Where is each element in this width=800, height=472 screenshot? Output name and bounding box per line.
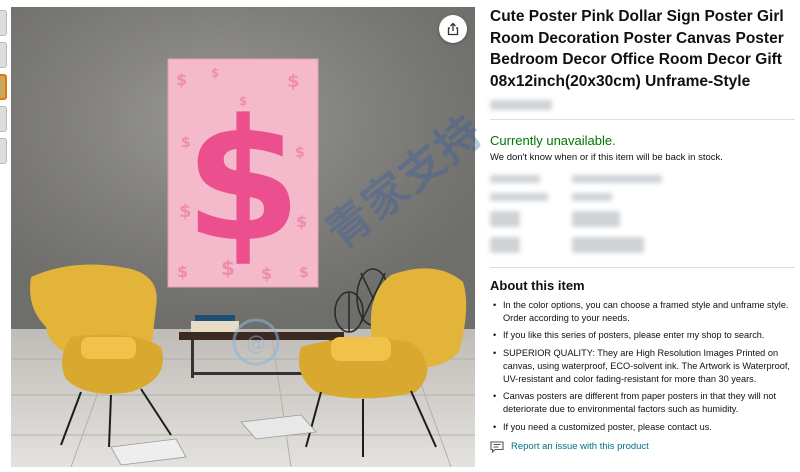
redacted-rating xyxy=(490,100,552,110)
thumbnail-strip xyxy=(0,0,8,472)
dollar-poster: $ $ $ $ $ $ $ $ $ $ $ $ $ xyxy=(167,58,319,288)
thumbnail-1[interactable] xyxy=(0,10,7,36)
about-bullet: If you like this series of posters, plea… xyxy=(490,329,795,342)
about-bullets: In the color options, you can choose a f… xyxy=(490,299,795,434)
share-button[interactable] xyxy=(439,15,467,43)
about-bullet: In the color options, you can choose a f… xyxy=(490,299,795,325)
divider xyxy=(490,267,795,268)
product-title: Cute Poster Pink Dollar Sign Poster Girl… xyxy=(490,8,784,90)
thumbnail-2[interactable] xyxy=(0,42,7,68)
svg-text:$: $ xyxy=(211,66,219,80)
thumbnail-3[interactable] xyxy=(0,74,7,100)
share-icon xyxy=(447,22,459,36)
product-details-panel: Cute Poster Pink Dollar Sign Poster Girl… xyxy=(490,6,795,453)
about-heading: About this item xyxy=(490,278,585,293)
report-issue-link[interactable]: Report an issue with this product xyxy=(490,441,795,453)
thumbnail-4[interactable] xyxy=(0,106,7,132)
about-bullet: Canvas posters are different from paper … xyxy=(490,390,795,416)
main-product-image[interactable]: $ $ $ $ $ $ $ $ $ $ $ $ $ @ xyxy=(11,7,475,467)
report-issue-label[interactable]: Report an issue with this product xyxy=(511,441,649,452)
dollar-sign: $ xyxy=(185,83,302,279)
divider xyxy=(490,119,795,120)
thumbnail-5[interactable] xyxy=(0,138,7,164)
room-scene-illustration: $ $ $ $ $ $ $ $ $ $ $ $ $ @ xyxy=(11,7,475,467)
about-bullet: If you need a customized poster, please … xyxy=(490,421,795,434)
availability-status: Currently unavailable. xyxy=(490,133,616,148)
about-bullet: SUPERIOR QUALITY: They are High Resoluti… xyxy=(490,347,795,387)
availability-note: We don't know when or if this item will … xyxy=(490,152,723,163)
feedback-icon xyxy=(490,441,504,453)
svg-text:@: @ xyxy=(246,331,266,355)
redacted-specs xyxy=(490,171,795,261)
